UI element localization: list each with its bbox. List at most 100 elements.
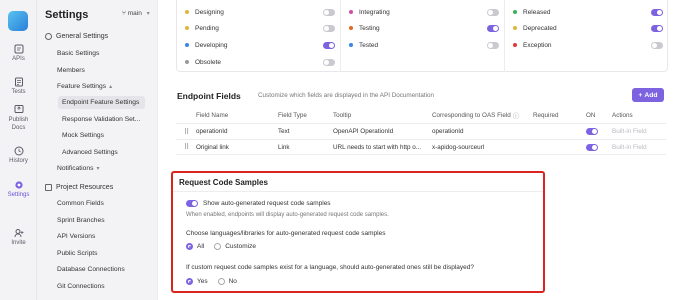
branch-selector[interactable]: ⑂ main ▾: [122, 10, 150, 17]
status-row-developing: Developing: [185, 39, 335, 51]
nav-item-advanced-settings[interactable]: Advanced Settings: [58, 146, 122, 159]
status-dot: [349, 26, 353, 30]
status-toggle[interactable]: [323, 24, 335, 32]
radio-all[interactable]: All: [186, 243, 204, 250]
field-on-toggle[interactable]: [586, 128, 598, 135]
radio-yes[interactable]: Yes: [186, 278, 208, 285]
status-toggle[interactable]: [487, 8, 499, 16]
status-label: Designing: [195, 8, 224, 16]
history-icon: [14, 146, 23, 156]
nav-item-database-connections[interactable]: Database Connections: [53, 263, 129, 276]
rail-item-apis[interactable]: APIs: [0, 44, 37, 62]
radio-label: No: [228, 278, 237, 285]
rail-item-invite[interactable]: Invite: [0, 228, 37, 246]
status-row-tested: Tested: [349, 39, 499, 51]
status-dot: [185, 10, 189, 14]
status-toggle[interactable]: [487, 41, 499, 49]
tests-icon: [14, 77, 23, 87]
status-column: Integrating Testing Tested: [341, 0, 505, 72]
app-logo[interactable]: [8, 11, 28, 31]
status-toggle[interactable]: [323, 58, 335, 66]
status-row-deprecated: Deprecated: [513, 22, 663, 34]
drag-handle-icon[interactable]: ⠿: [184, 140, 189, 154]
nav-item-public-scripts[interactable]: Public Scripts: [53, 247, 102, 260]
status-toggle[interactable]: [323, 41, 335, 49]
status-toggle[interactable]: [487, 24, 499, 32]
field-type: Link: [278, 143, 290, 151]
radio-no[interactable]: No: [217, 278, 237, 285]
add-button-label: Add: [644, 91, 658, 99]
status-dot: [185, 43, 189, 47]
radio-button[interactable]: [217, 278, 225, 285]
status-row-designing: Designing: [185, 6, 335, 18]
nav-item-response-validation[interactable]: Response Validation Set...: [58, 113, 144, 126]
nav-item-sprint-branches[interactable]: Sprint Branches: [53, 214, 109, 227]
show-samples-toggle[interactable]: [186, 200, 198, 207]
nav-group-label: Project Resources: [56, 184, 114, 191]
show-samples-label: Show auto-generated request code samples: [203, 200, 331, 207]
nav-item-git-connections[interactable]: Git Connections: [53, 280, 109, 293]
status-label: Integrating: [359, 8, 390, 16]
chevron-up-icon: ▴: [109, 84, 113, 90]
nav-item-feature-settings[interactable]: Feature Settings ▴: [53, 80, 116, 93]
radio-button[interactable]: [186, 278, 193, 285]
nav-item-basic-settings[interactable]: Basic Settings: [53, 47, 103, 60]
rail-item-tests[interactable]: Tests: [0, 77, 37, 95]
endpoint-status-card: Designing Pending Developing Obsolete In…: [176, 0, 668, 72]
nav-item-label: Notifications: [57, 165, 94, 172]
add-field-button[interactable]: + Add: [632, 88, 664, 102]
rail-item-history[interactable]: History: [0, 146, 37, 164]
table-header: Field Name Field Type Tooltip Correspond…: [176, 109, 666, 122]
rail-label: Tests: [11, 89, 26, 95]
radio-button[interactable]: [186, 243, 193, 250]
radio-button[interactable]: [214, 243, 222, 250]
field-oas: operationId: [432, 128, 464, 135]
status-dot: [349, 43, 353, 47]
status-row-testing: Testing: [349, 22, 499, 34]
nav-item-common-fields[interactable]: Common Fields: [53, 197, 108, 210]
main-content: Designing Pending Developing Obsolete In…: [157, 0, 690, 300]
nav-item-endpoint-feature-settings[interactable]: Endpoint Feature Settings: [58, 96, 145, 109]
status-toggle[interactable]: [651, 24, 663, 32]
nav-item-members[interactable]: Members: [53, 64, 89, 77]
radio-customize[interactable]: Customize: [214, 243, 256, 250]
rail-item-settings[interactable]: Settings: [0, 180, 37, 198]
status-row-exception: Exception: [513, 39, 663, 51]
status-column: Released Deprecated Exception: [505, 0, 669, 72]
api-icon: [14, 44, 23, 54]
settings-nav: Settings ⑂ main ▾ General Settings Basic…: [37, 0, 157, 300]
nav-item-label: Feature Settings: [57, 83, 107, 90]
custom-samples-question: If custom request code samples exist for…: [186, 264, 474, 271]
status-row-integrating: Integrating: [349, 6, 499, 18]
nav-group-project-resources[interactable]: Project Resources: [45, 184, 113, 191]
info-icon[interactable]: ⓘ: [513, 111, 519, 120]
plus-icon: +: [638, 91, 643, 99]
status-label: Released: [523, 8, 551, 16]
nav-item-notifications[interactable]: Notifications ▾: [53, 162, 103, 175]
nav-group-general[interactable]: General Settings: [45, 33, 108, 40]
status-dot: [513, 43, 517, 47]
field-type: Text: [278, 128, 290, 135]
status-toggle[interactable]: [651, 8, 663, 16]
invite-icon: [14, 229, 23, 238]
radio-label: Yes: [197, 278, 208, 285]
status-label: Pending: [195, 24, 219, 32]
column-header-label: Corresponding to OAS Field: [432, 112, 511, 119]
nav-item-api-versions[interactable]: API Versions: [53, 230, 99, 243]
field-name: Original link: [196, 143, 229, 151]
drag-handle-icon[interactable]: ⠿: [184, 124, 189, 139]
status-column: Designing Pending Developing Obsolete: [177, 0, 341, 72]
nav-item-mock-settings[interactable]: Mock Settings: [58, 129, 108, 142]
field-tooltip: URL needs to start with http o...: [333, 143, 421, 151]
chevron-down-icon: ▾: [146, 11, 150, 17]
rail-item-publish-docs[interactable]: Publish Docs: [0, 104, 37, 132]
languages-radio-group: All Customize: [186, 243, 256, 250]
chevron-down-icon: ▾: [96, 166, 100, 172]
rail-label: History: [9, 158, 28, 164]
languages-label: Choose languages/libraries for auto-gene…: [186, 230, 386, 237]
page-title: Settings: [45, 9, 89, 21]
status-toggle[interactable]: [323, 8, 335, 16]
gear-icon: [14, 181, 23, 189]
field-on-toggle[interactable]: [586, 144, 598, 151]
status-toggle[interactable]: [651, 41, 663, 49]
